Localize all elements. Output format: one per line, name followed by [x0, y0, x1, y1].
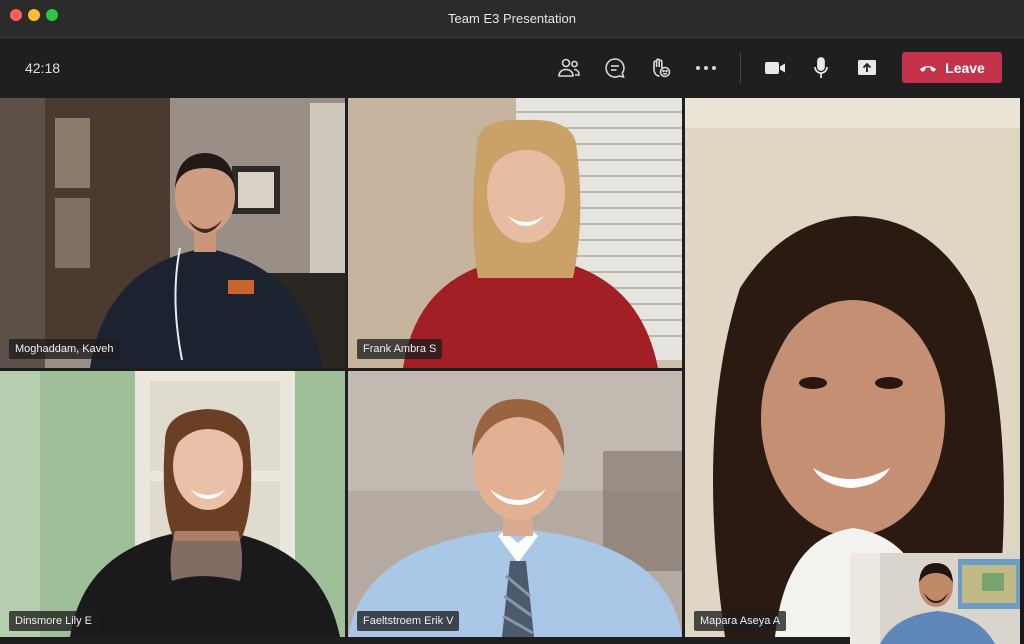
more-icon[interactable] [693, 55, 719, 81]
hang-up-icon [920, 65, 937, 72]
title-bar: Team E3 Presentation [0, 0, 1024, 38]
participant-video [0, 98, 345, 368]
raise-hand-icon[interactable] [647, 55, 673, 81]
share-icon[interactable] [854, 55, 880, 81]
window-title: Team E3 Presentation [448, 11, 576, 26]
participant-name: Mapara Aseya A [694, 611, 787, 631]
leave-button[interactable]: Leave [902, 52, 1002, 83]
participant-video [348, 371, 682, 637]
window-edge [1020, 98, 1024, 644]
participant-name: Moghaddam, Kaveh [9, 339, 120, 359]
participant-video [348, 98, 682, 368]
self-view-video [850, 553, 1020, 644]
participant-name: Faeltstroem Erik V [357, 611, 460, 631]
chat-icon[interactable] [602, 55, 628, 81]
camera-icon[interactable] [762, 55, 788, 81]
meeting-timer: 42:18 [25, 60, 61, 76]
participant-name: Frank Ambra S [357, 339, 443, 359]
people-icon[interactable] [556, 55, 582, 81]
participant-video [0, 371, 345, 637]
self-view-tile[interactable] [850, 553, 1020, 644]
meeting-toolbar: 42:18 Leave [0, 38, 1024, 98]
mic-icon[interactable] [808, 55, 834, 81]
video-tile-faeltstroem[interactable]: Faeltstroem Erik V [348, 371, 682, 637]
leave-label: Leave [945, 59, 985, 76]
toolbar-divider [740, 52, 741, 84]
video-tile-moghaddam[interactable]: Moghaddam, Kaveh [0, 98, 345, 368]
participant-name: Dinsmore Lily E [9, 611, 99, 631]
video-tile-dinsmore[interactable]: Dinsmore Lily E [0, 371, 345, 637]
video-tile-frank[interactable]: Frank Ambra S [348, 98, 682, 368]
